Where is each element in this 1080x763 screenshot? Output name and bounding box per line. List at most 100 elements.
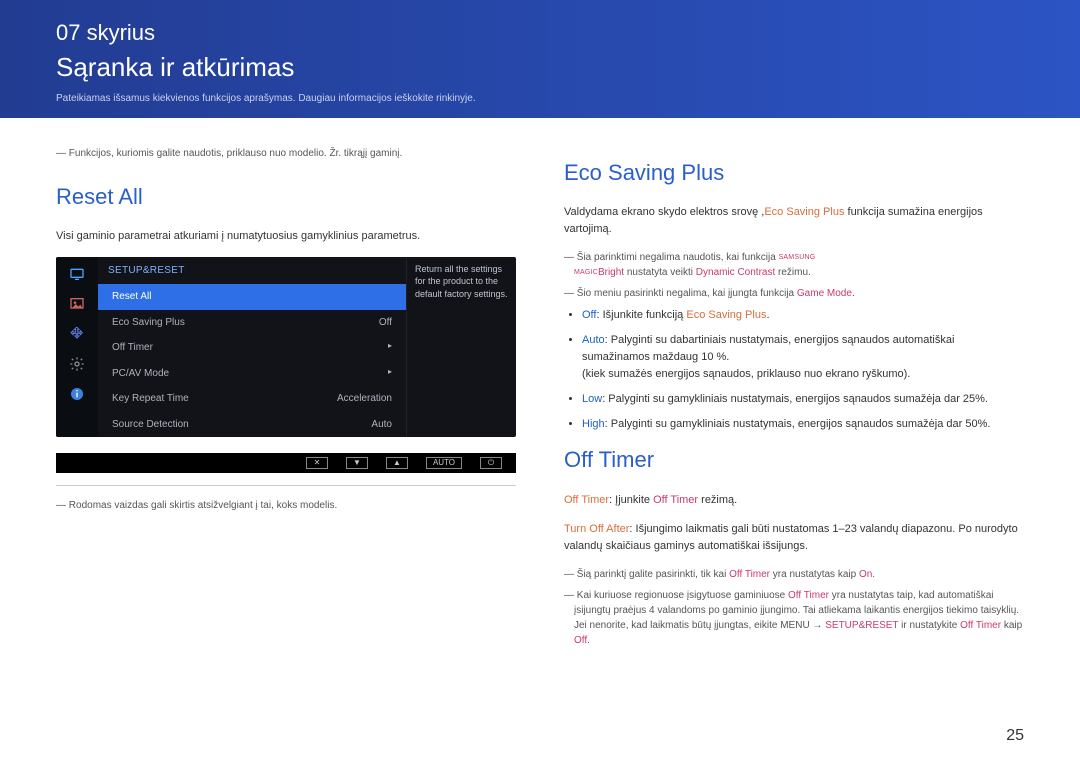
text: kaip [1001,620,1022,631]
off-timer-label: Off Timer [564,494,609,506]
setup-reset-ref: SETUP&RESET [825,620,898,631]
osd-row-reset-all[interactable]: Reset All [98,284,406,310]
text: Šią parinktį galite pasirinkti, tik kai [577,569,729,580]
text: : Palyginti su gamykliniais nustatymais,… [602,393,988,405]
bright-label: Bright [598,267,624,278]
text: režimu. [775,267,811,278]
text: : Išjungimo laikmatis gali būti nustatom… [564,523,1018,552]
off-timer-note-2: Kai kuriuose regionuose įsigytuose gamin… [564,588,1024,648]
off-timer-para: Off Timer: Įjunkite Off Timer režimą. [564,492,1024,509]
eco-note-1: Šia parinktimi negalima naudotis, kai fu… [564,250,1024,280]
osd-footer: ✕ ▼ ▲ AUTO ⏻ [56,453,516,473]
turn-off-after-label: Turn Off After [564,523,629,535]
osd-row-off-timer[interactable]: Off Timer ▸ [98,335,406,361]
monitor-icon [67,265,87,283]
right-column: Eco Saving Plus Valdydama ekrano skydo e… [564,146,1024,654]
osd-main: SETUP&RESET Reset All Eco Saving Plus Of… [98,257,406,438]
content-columns: Funkcijos, kuriomis galite naudotis, pri… [0,118,1080,654]
down-icon[interactable]: ▼ [346,457,368,469]
on-ref: On [859,569,872,580]
model-note: Funkcijos, kuriomis galite naudotis, pri… [56,146,516,162]
off-timer-ref: Off Timer [960,620,1001,631]
bullet-off: Off: Išjunkite funkciją Eco Saving Plus. [582,307,1024,324]
osd-row-label: Source Detection [112,417,189,433]
text: Kai kuriuose regionuose įsigytuose gamin… [577,590,788,601]
text: (kiek sumažės energijos sąnaudos, prikla… [582,368,910,380]
osd-title: SETUP&RESET [98,257,406,285]
chapter-header: 07 skyrius Sąranka ir atkūrimas Pateikia… [0,0,1080,118]
osd-row-source-detection[interactable]: Source Detection Auto [98,412,406,438]
bullet-low: Low: Palyginti su gamykliniais nustatyma… [582,391,1024,408]
reset-all-desc: Visi gaminio parametrai atkuriami į numa… [56,228,516,245]
bullet-label: Off [582,309,596,321]
chevron-right-icon: ▸ [388,340,392,356]
osd-row-label: Eco Saving Plus [112,315,185,331]
eco-note-2: Šio meniu pasirinkti negalima, kai įjung… [564,286,1024,301]
chapter-subtitle: Pateikiamas išsamus kiekvienos funkcijos… [56,93,1024,104]
text: : Įjunkite [609,494,653,506]
text: Šia parinktimi negalima naudotis, kai fu… [577,252,779,263]
text: : Išjunkite funkciją [596,309,686,321]
move-icon [67,325,87,343]
eco-link: Eco Saving Plus [764,206,844,218]
bullet-auto: Auto: Palyginti su dabartiniais nustatym… [582,332,1024,383]
off-timer-ref: Off Timer [729,569,770,580]
osd-row-label: Off Timer [112,340,153,356]
osd-image-note: Rodomas vaizdas gali skirtis atsižvelgia… [56,498,516,514]
dynamic-contrast-label: Dynamic Contrast [696,267,775,278]
osd-block: SETUP&RESET Reset All Eco Saving Plus Of… [56,257,516,474]
separator [56,485,516,486]
off-ref: Off [574,635,587,646]
text: Šio meniu pasirinkti negalima, kai įjung… [577,288,797,299]
osd-row-label: Reset All [112,289,151,305]
osd-row-key-repeat[interactable]: Key Repeat Time Acceleration [98,386,406,412]
left-column: Funkcijos, kuriomis galite naudotis, pri… [56,146,516,654]
reset-all-heading: Reset All [56,180,516,214]
up-icon[interactable]: ▲ [386,457,408,469]
off-timer-mode: Off Timer [653,494,698,506]
text: : Palyginti su gamykliniais nustatymais,… [605,418,991,430]
text: . [872,569,875,580]
close-icon[interactable]: ✕ [306,457,328,469]
text: . [766,309,769,321]
power-icon[interactable]: ⏻ [480,457,502,469]
eco-bullets: Off: Išjunkite funkciją Eco Saving Plus.… [564,307,1024,433]
bullet-label: High [582,418,605,430]
eco-intro: Valdydama ekrano skydo elektros srovę ,E… [564,204,1024,238]
osd-row-label: Key Repeat Time [112,391,189,407]
chapter-number: 07 skyrius [56,20,1024,46]
off-timer-note-1: Šią parinktį galite pasirinkti, tik kai … [564,567,1024,582]
gear-icon [67,355,87,373]
text: . [852,288,855,299]
osd-row-value: Off [379,315,392,331]
text: nustatyta veikti [624,267,696,278]
text: režimą. [698,494,737,506]
off-timer-heading: Off Timer [564,443,1024,477]
osd-window: SETUP&RESET Reset All Eco Saving Plus Of… [56,257,516,438]
game-mode-label: Game Mode [797,288,852,299]
auto-button[interactable]: AUTO [426,457,462,469]
chevron-right-icon: ▸ [388,366,392,382]
bullet-label: Auto [582,334,605,346]
off-timer-ref: Off Timer [788,590,829,601]
osd-row-value: Acceleration [337,391,392,407]
eco-link: Eco Saving Plus [686,309,766,321]
osd-sidebar [56,257,98,438]
bullet-high: High: Palyginti su gamykliniais nustatym… [582,416,1024,433]
text: Valdydama ekrano skydo elektros srovę , [564,206,764,218]
osd-description: Return all the settings for the product … [406,257,516,438]
bullet-label: Low [582,393,602,405]
text: yra nustatytas kaip [770,569,859,580]
info-icon [67,385,87,403]
osd-row-value: Auto [371,417,392,433]
text: : Palyginti su dabartiniais nustatymais,… [582,334,954,363]
picture-icon [67,295,87,313]
chapter-title: Sąranka ir atkūrimas [56,52,1024,83]
turn-off-after-para: Turn Off After: Išjungimo laikmatis gali… [564,521,1024,555]
osd-row-eco-saving[interactable]: Eco Saving Plus Off [98,310,406,336]
osd-row-pc-av[interactable]: PC/AV Mode ▸ [98,361,406,387]
text: . [587,635,590,646]
text: ir nustatykite [898,620,960,631]
eco-saving-heading: Eco Saving Plus [564,156,1024,190]
osd-row-label: PC/AV Mode [112,366,169,382]
